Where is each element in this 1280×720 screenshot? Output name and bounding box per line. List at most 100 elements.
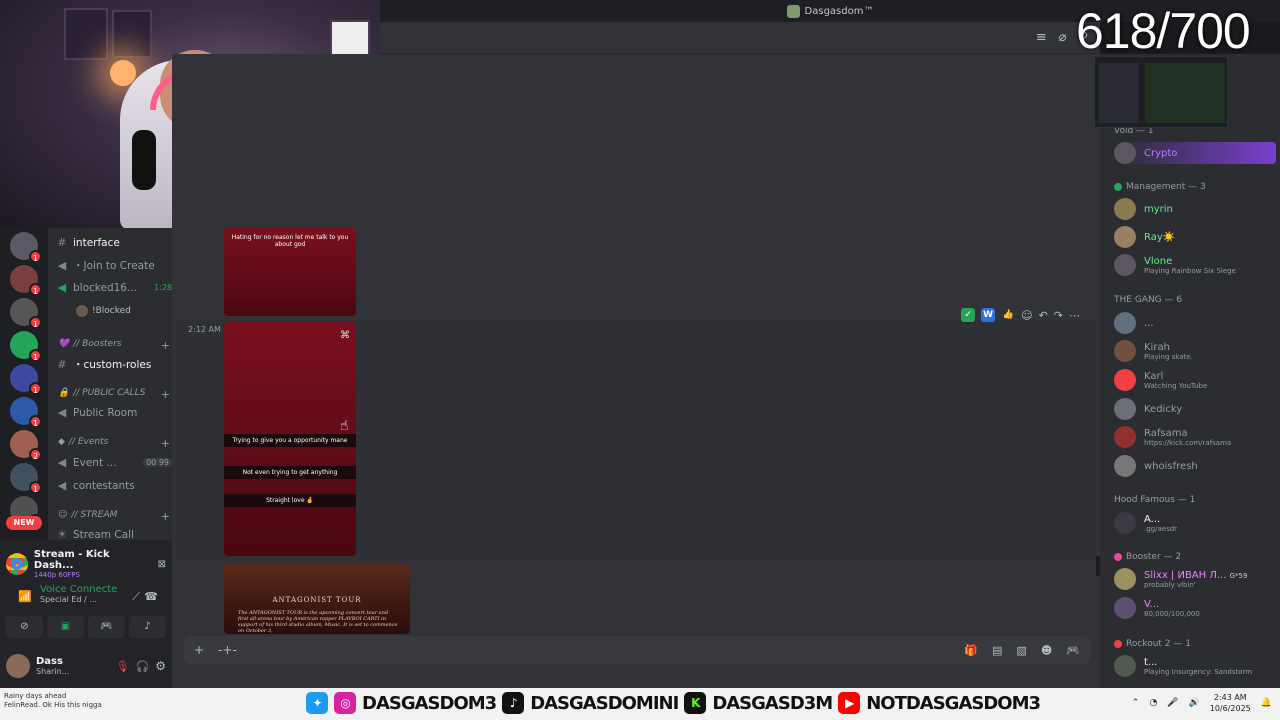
member-group-header: Rockout 2 — 1 [1114, 639, 1191, 649]
disconnect-icon[interactable]: ☎ [144, 590, 158, 603]
social-handle: DASGASD3M [712, 692, 833, 714]
member-item[interactable]: Crypto [1114, 142, 1276, 164]
more-icon[interactable]: ⋯ [1069, 309, 1080, 322]
channel-custom-roles[interactable]: # ・custom-roles [56, 357, 172, 372]
channel-contestants[interactable]: ◀ contestants [56, 479, 172, 492]
mic-muted-icon[interactable]: 🎙 [116, 660, 130, 673]
clock[interactable]: 2:43 AM 10/6/2025 [1210, 692, 1251, 714]
server-icon[interactable]: 1 [10, 397, 42, 428]
noise-suppression-icon[interactable]: ⟋ [132, 590, 140, 604]
heart-icon: 💜 [58, 339, 70, 349]
member-item[interactable]: V... 80,000/100,000 [1114, 597, 1276, 619]
channel-interface[interactable]: # interface [56, 236, 172, 249]
category-stream[interactable]: ☺// STREAM + [58, 510, 170, 523]
server-icon[interactable]: 1 [10, 364, 42, 395]
channel-blocked-vc[interactable]: ◀ blocked16... 1:28 [56, 281, 172, 294]
member-item[interactable]: Rafsama https://kick.com/rafsama [1114, 426, 1276, 448]
camera-off-button[interactable]: ⊘ [6, 616, 43, 638]
w-reaction[interactable]: W [981, 308, 996, 322]
member-name: Karl [1144, 370, 1164, 382]
avatar [1114, 597, 1136, 619]
message-image[interactable]: ⌘ Trying to give you a opportunity mane … [224, 322, 356, 556]
server-icon[interactable]: 1 [10, 298, 42, 329]
group-label: Hood Famous — 1 [1114, 495, 1196, 505]
reply-icon[interactable]: ↶ [1039, 309, 1048, 322]
sticker-icon[interactable]: ▧ [1016, 644, 1026, 657]
thumbs-up-reaction[interactable]: 👍 [1001, 308, 1015, 322]
member-item[interactable]: Ray☀️ [1114, 226, 1276, 248]
server-icon[interactable]: 1 [10, 265, 42, 296]
server-icon[interactable]: 2 [10, 430, 42, 461]
add-channel-icon[interactable]: + [161, 388, 170, 401]
stream-status[interactable]: Stream - Kick Dash... 1440p 60FPS ⊠ [6, 546, 166, 582]
chevron-up-icon[interactable]: ⌃ [1132, 698, 1140, 708]
unread-badge: 1 [29, 250, 42, 263]
message-image[interactable]: Hating for no reason let me talk to you … [224, 228, 356, 316]
channel-join-to-create[interactable]: ◀ ・Join to Create [56, 258, 172, 273]
channel-event[interactable]: ◀ Event ... 00 99 [56, 456, 172, 469]
category-events[interactable]: ◆// Events + [58, 437, 170, 450]
member-item[interactable]: whoisfresh [1114, 455, 1276, 477]
member-item[interactable]: Kirah Playing skate. [1114, 340, 1276, 362]
channel-public-room[interactable]: ◀ Public Room [56, 406, 172, 419]
soundboard-button[interactable]: ♪ [129, 616, 166, 638]
voice-connection[interactable]: Voice Connecte Special Ed / ... 📶 ⟋ ☎ [6, 584, 166, 612]
category-public-calls[interactable]: 🔒// PUBLIC CALLS + [58, 388, 170, 401]
forward-icon[interactable]: ↷ [1054, 309, 1063, 322]
member-item[interactable]: t... Playing Insurgency: Sandstorm [1114, 655, 1276, 677]
apps-icon[interactable]: -+- [218, 643, 237, 657]
gift-icon[interactable]: 🎁 [964, 644, 978, 657]
avatar [1114, 254, 1136, 276]
member-item[interactable]: Kedicky [1114, 398, 1276, 420]
activities-icon[interactable]: 🎮 [1066, 644, 1080, 657]
message-input[interactable]: + -+- 🎁 ▤ ▧ ☻ 🎮 [184, 636, 1090, 664]
group-label: Booster — 2 [1126, 552, 1182, 562]
current-user[interactable]: Dass Sharin... 🎙 🎧 ⚙ [6, 652, 166, 680]
channel-label: contestants [73, 479, 135, 492]
member-item[interactable]: Vlone Playing Rainbow Six Siege [1114, 254, 1276, 276]
server-icon[interactable]: 1 [10, 331, 42, 362]
category-boosters[interactable]: 💜// Boosters + [58, 339, 170, 352]
threads-icon[interactable]: ≡ [1036, 30, 1047, 45]
channel-label: blocked16... [73, 281, 137, 294]
notification-bell-icon[interactable]: 🔔 [1261, 698, 1272, 708]
mic-icon[interactable]: 🎤 [1167, 698, 1178, 708]
member-item[interactable]: myrin [1114, 198, 1276, 220]
deafened-icon[interactable]: 🎧 [136, 660, 150, 673]
add-channel-icon[interactable]: + [161, 339, 170, 352]
settings-gear-icon[interactable]: ⚙ [155, 659, 166, 673]
mute-bell-icon[interactable]: ⌀ [1059, 30, 1067, 45]
checkmark-reaction[interactable]: ✓ [961, 308, 976, 322]
server-icon[interactable]: 1 [10, 463, 42, 494]
member-item[interactable]: A... .gg/aesdr [1114, 512, 1276, 534]
tour-embed-image[interactable]: ANTAGONIST TOUR The ANTAGONIST TOUR is t… [224, 564, 410, 634]
member-item[interactable]: Karl Watching YouTube [1114, 369, 1276, 391]
activity-button[interactable]: 🎮 [88, 616, 125, 638]
member-item[interactable]: ... [1114, 312, 1276, 334]
channel-label: interface [73, 236, 120, 249]
image-options-icon[interactable]: ⌘ [340, 330, 350, 341]
user-panel: Stream - Kick Dash... 1440p 60FPS ⊠ Voic… [0, 540, 172, 688]
add-reaction-icon[interactable]: ☺ [1021, 309, 1032, 322]
stream-preview-thumbnail [1094, 56, 1228, 128]
wifi-icon[interactable]: ◔ [1149, 698, 1157, 708]
gif-icon[interactable]: ▤ [992, 644, 1002, 657]
avatar [6, 654, 30, 678]
server-icon[interactable]: 1 [10, 232, 42, 263]
weather-widget[interactable]: Rainy days ahead FelinRead. Ok His this … [4, 692, 102, 710]
voice-user[interactable]: !Blocked [76, 305, 131, 317]
new-badge[interactable]: NEW [6, 516, 42, 530]
avatar [1114, 512, 1136, 534]
discord-icon [1114, 369, 1136, 391]
attach-plus-icon[interactable]: + [194, 643, 204, 657]
member-item[interactable]: Slixx | ИВАН Л... G*59 probably vibin' [1114, 568, 1276, 590]
volume-icon[interactable]: 🔊 [1189, 698, 1200, 708]
notification-text: FelinRead. Ok His this nigga [4, 701, 102, 709]
add-channel-icon[interactable]: + [161, 510, 170, 523]
add-channel-icon[interactable]: + [161, 437, 170, 450]
instagram-icon: ◎ [334, 692, 356, 714]
screen-share-button[interactable]: ▣ [47, 616, 84, 638]
stop-stream-icon[interactable]: ⊠ [158, 559, 166, 570]
user-status: Sharin... [36, 667, 70, 676]
emoji-icon[interactable]: ☻ [1041, 644, 1052, 657]
